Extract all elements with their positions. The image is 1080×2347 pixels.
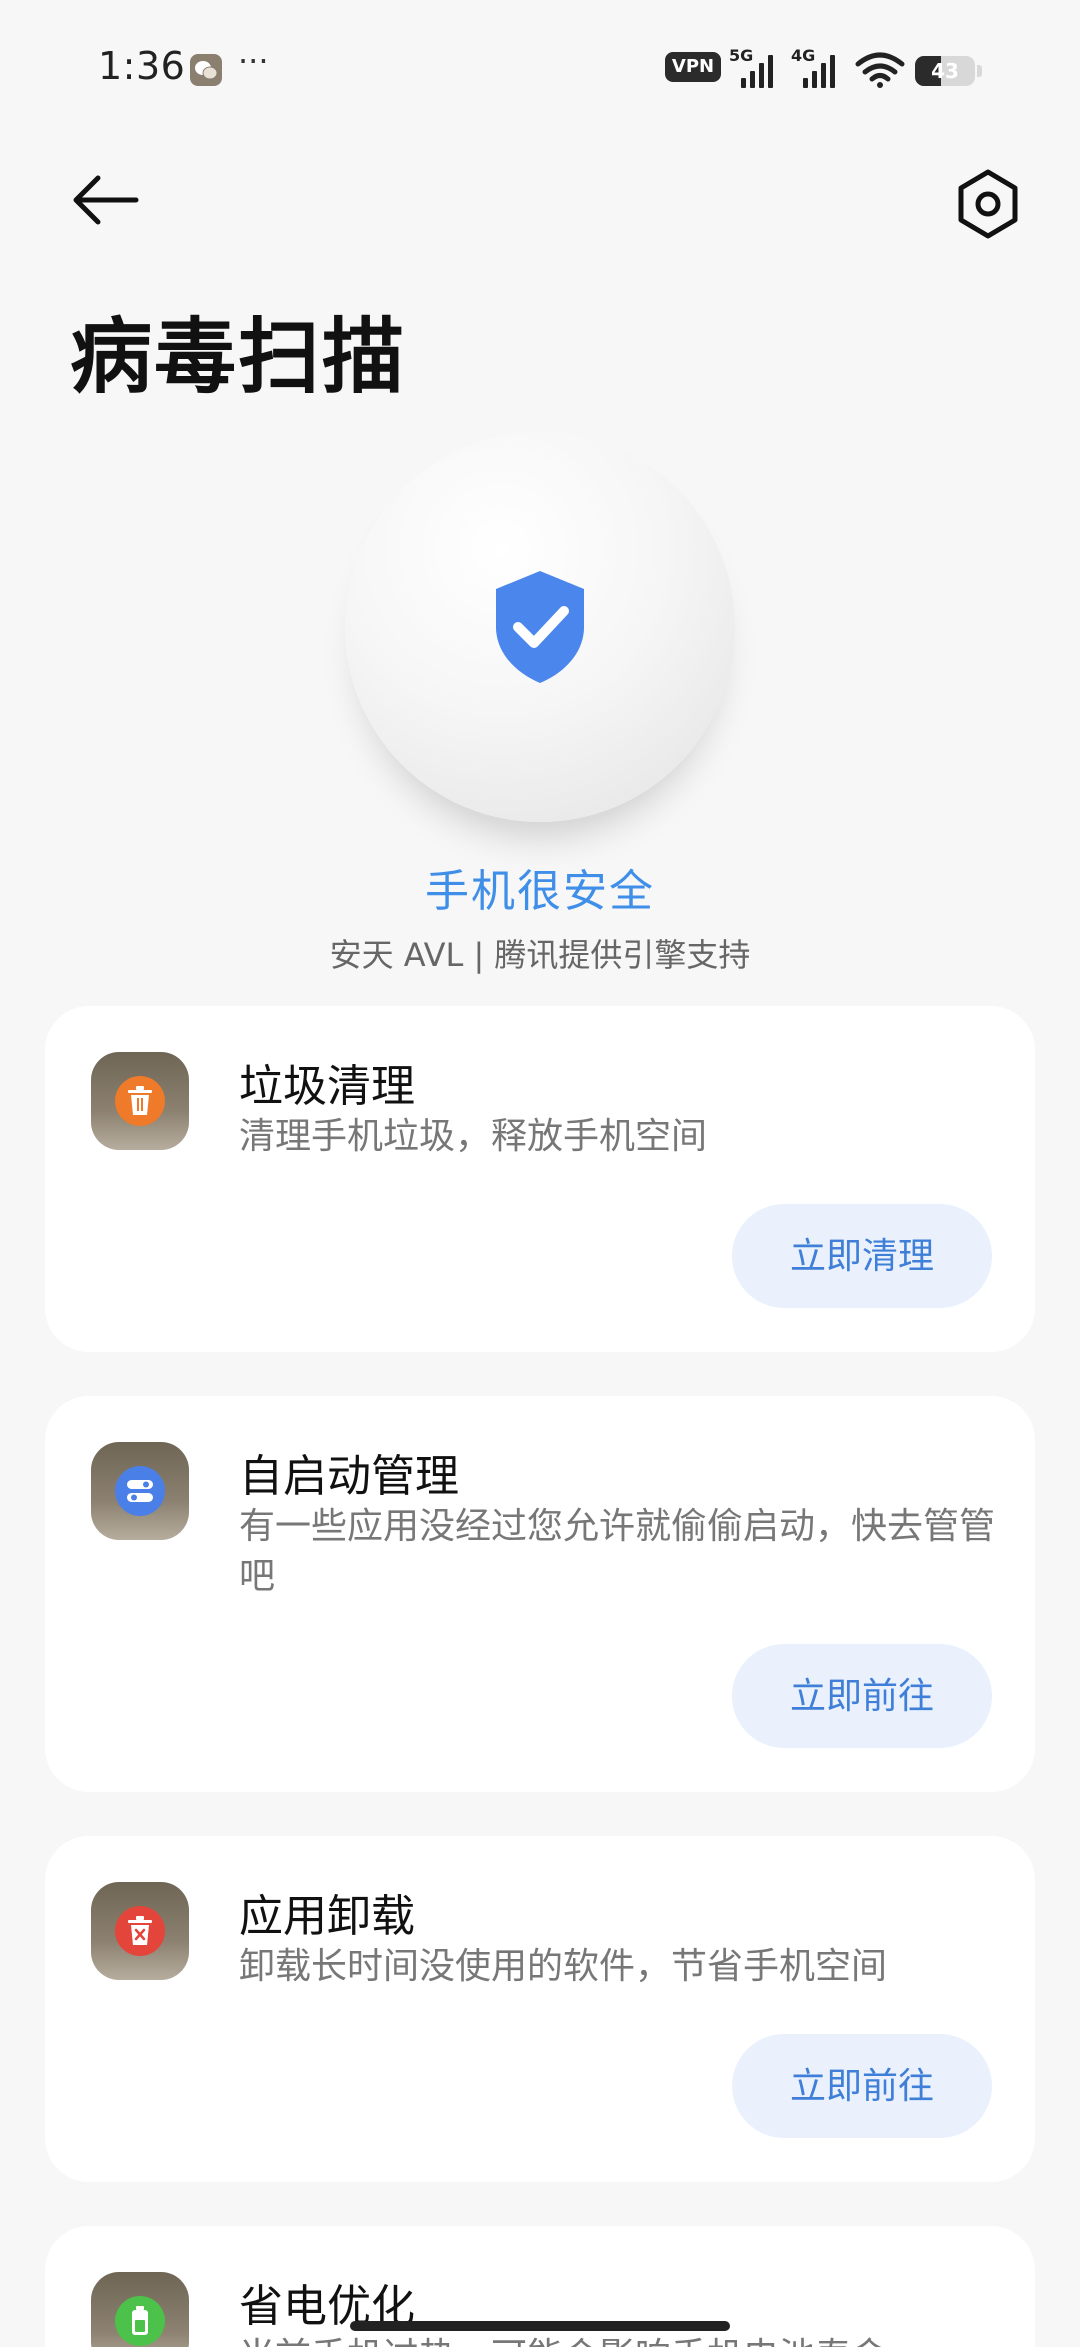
card-description: 卸载长时间没使用的软件，节省手机空间 — [239, 1946, 888, 1987]
uninstall-app-icon — [91, 1882, 189, 1980]
battery-level: 43 — [931, 59, 959, 83]
back-button[interactable] — [70, 170, 150, 240]
uninstall-go-button[interactable]: 立即前往 — [732, 2034, 992, 2138]
security-status-sphere — [345, 432, 735, 822]
clean-now-button[interactable]: 立即清理 — [732, 1204, 992, 1308]
signal-bars-icon-2 — [803, 52, 843, 88]
engine-credit-text: 安天 AVL | 腾讯提供引擎支持 — [329, 936, 751, 974]
card-description: 清理手机垃圾，释放手机空间 — [239, 1116, 708, 1157]
wechat-notification-icon — [190, 54, 222, 86]
card-autostart: 自启动管理 有一些应用没经过您允许就偷偷启动，快去管管吧 立即前往 — [45, 1396, 1035, 1792]
card-description: 有一些应用没经过您允许就偷偷启动，快去管管吧 — [239, 1506, 996, 1597]
more-notifications-icon: ··· — [238, 42, 269, 80]
arrow-left-icon — [73, 175, 139, 225]
card-junk-clean: 垃圾清理 清理手机垃圾，释放手机空间 立即清理 — [45, 1006, 1035, 1352]
battery-icon — [132, 2306, 148, 2335]
battery-tip — [977, 65, 982, 77]
autostart-app-icon — [91, 1442, 189, 1540]
junk-clean-app-icon — [91, 1052, 189, 1150]
signal-bars-icon — [741, 52, 781, 88]
card-description: 当前手机过热，可能会影响手机电池寿命 — [239, 2332, 999, 2347]
vpn-badge: VPN — [665, 52, 721, 82]
wifi-icon — [855, 52, 905, 88]
shield-check-icon — [496, 571, 584, 683]
trash-icon — [128, 1086, 152, 1115]
toggle-icon — [127, 1480, 153, 1502]
power-saving-app-icon — [91, 2272, 189, 2347]
security-status-text: 手机很安全 — [425, 866, 655, 917]
page-title: 病毒扫描 — [70, 310, 407, 405]
home-indicator[interactable] — [350, 2321, 730, 2331]
status-icons: VPN 5G 4G 43 — [665, 46, 995, 92]
battery-icon: 43 — [915, 56, 975, 86]
card-title: 自启动管理 — [239, 1451, 459, 1502]
card-app-uninstall: 应用卸载 卸载长时间没使用的软件，节省手机空间 立即前往 — [45, 1836, 1035, 2182]
autostart-go-button[interactable]: 立即前往 — [732, 1644, 992, 1748]
virus-scan-screen: 1:36 ··· VPN 5G 4G 43 病毒扫描 手机很安全 安天 AVL … — [0, 0, 1080, 2347]
status-bar: 1:36 ··· VPN 5G 4G 43 — [0, 0, 1080, 130]
status-time: 1:36 — [98, 44, 186, 88]
uninstall-icon — [128, 1916, 152, 1945]
card-title: 应用卸载 — [239, 1891, 415, 1942]
card-title: 垃圾清理 — [239, 1061, 415, 1112]
gear-icon — [958, 169, 1018, 239]
settings-button[interactable] — [950, 166, 1026, 242]
